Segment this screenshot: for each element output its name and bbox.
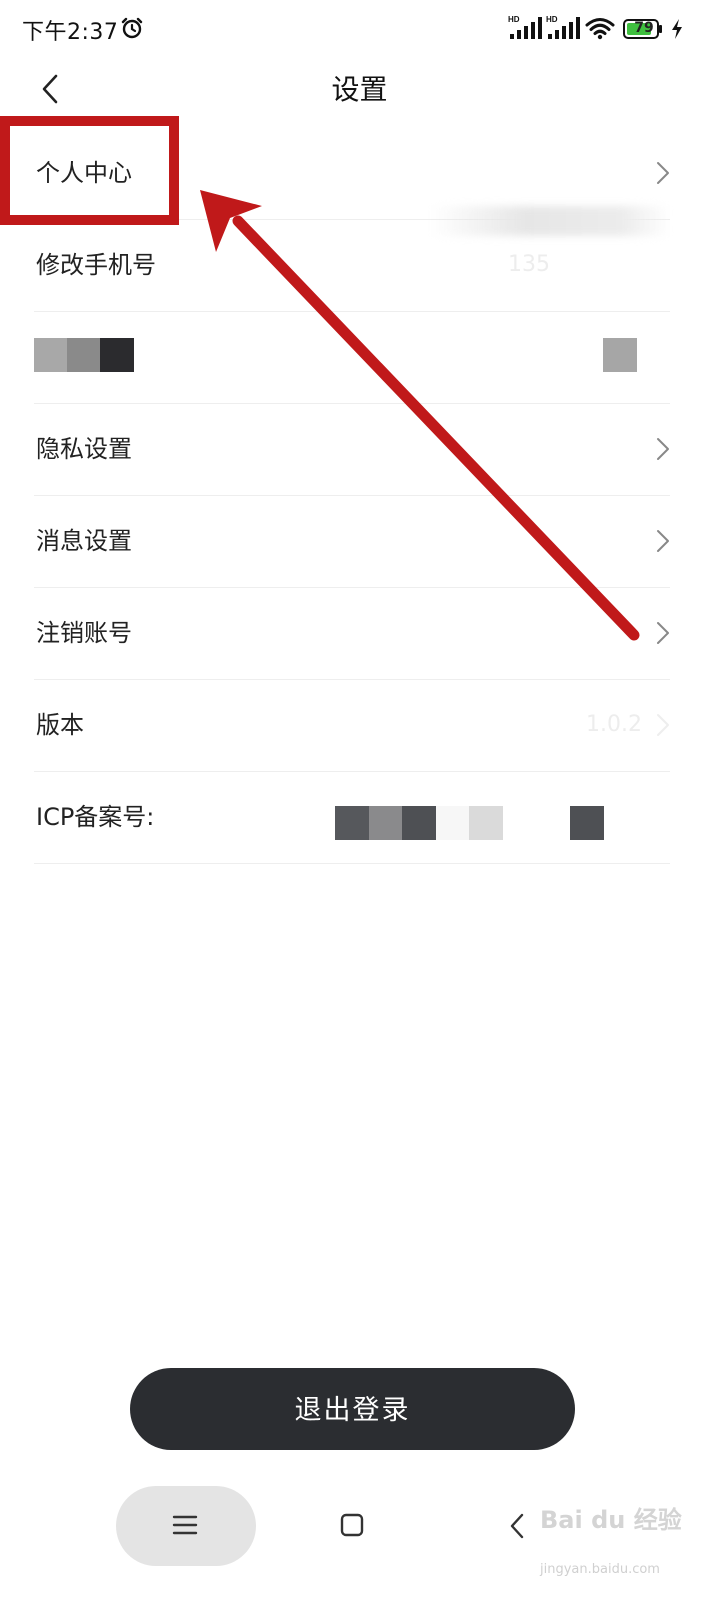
redacted-block <box>100 338 134 372</box>
settings-item-label: 消息设置 <box>36 527 132 555</box>
battery-level: 79 <box>634 20 654 36</box>
redacted-block <box>34 338 67 372</box>
settings-item-icp: ICP备案号: <box>34 772 670 864</box>
chevron-right-icon <box>657 530 669 552</box>
svg-text:HD: HD <box>508 15 520 24</box>
redacted-block <box>369 806 402 840</box>
phone-number-value: 135 <box>508 252 550 277</box>
version-value: 1.0.2 <box>586 712 642 737</box>
redacted-block <box>436 806 469 840</box>
settings-item-label: 个人中心 <box>36 159 132 187</box>
settings-item-notifications[interactable]: 消息设置 <box>34 496 670 588</box>
menu-icon <box>172 1515 198 1535</box>
charging-icon <box>672 19 682 39</box>
redacted-block <box>335 806 369 840</box>
status-time: 下午2:37 <box>22 20 119 45</box>
settings-item-label: 版本 <box>36 711 84 739</box>
redacted-block <box>67 338 100 372</box>
settings-item-label: 隐私设置 <box>36 435 132 463</box>
settings-item-privacy[interactable]: 隐私设置 <box>34 404 670 496</box>
nav-back-icon[interactable] <box>508 1512 526 1540</box>
wifi-icon <box>585 18 615 40</box>
settings-item-redacted[interactable] <box>34 312 670 404</box>
settings-item-delete-account[interactable]: 注销账号 <box>34 588 670 680</box>
settings-list: 个人中心 修改手机号 135 隐私设置 消息设置 注销账号 版本 1.0.2 I… <box>0 128 719 864</box>
redacted-block <box>402 806 436 840</box>
chevron-right-icon <box>657 622 669 644</box>
redacted-block <box>570 806 604 840</box>
status-bar: 下午2:37 HD HD 79 <box>0 0 719 60</box>
menu-button[interactable] <box>116 1486 256 1566</box>
chevron-right-icon <box>657 438 669 460</box>
chevron-right-icon <box>657 162 669 184</box>
page-title: 设置 <box>331 73 388 106</box>
square-home-icon[interactable] <box>340 1513 364 1537</box>
settings-item-label: ICP备案号: <box>36 803 155 831</box>
redacted-block <box>469 806 503 840</box>
logout-button[interactable]: 退出登录 <box>130 1368 575 1450</box>
watermark-url: jingyan.baidu.com <box>540 1562 660 1577</box>
signal-icon: HD <box>546 15 580 39</box>
signal-icon: HD <box>508 15 542 39</box>
chevron-right-icon <box>657 714 669 736</box>
settings-item-version[interactable]: 版本 1.0.2 <box>34 680 670 772</box>
settings-item-label: 注销账号 <box>36 619 132 647</box>
settings-item-change-phone[interactable]: 修改手机号 135 <box>34 206 670 312</box>
redacted-block <box>603 338 637 372</box>
blurred-phone-number <box>430 206 670 236</box>
svg-text:HD: HD <box>546 15 558 24</box>
watermark-logo: Bai du 经验 <box>540 1506 682 1534</box>
system-nav-bar <box>0 1480 719 1600</box>
alarm-icon <box>121 17 143 39</box>
settings-item-label: 修改手机号 <box>36 251 156 279</box>
